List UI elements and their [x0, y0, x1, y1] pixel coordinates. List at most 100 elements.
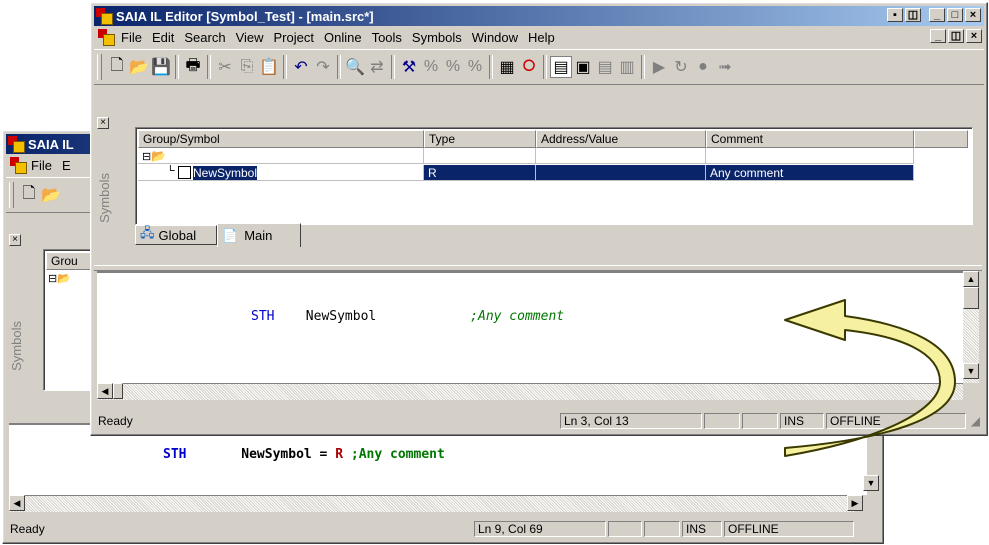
toolbar-separator [283, 55, 287, 79]
menu-window[interactable]: Window [467, 30, 523, 45]
toolbar-separator [337, 55, 341, 79]
back-symbols-close-icon[interactable]: × [9, 234, 21, 246]
menu-project[interactable]: Project [269, 30, 319, 45]
watch-icon[interactable]: ▣ [572, 56, 594, 78]
back-type: R [335, 447, 344, 462]
back-status-position: Ln 9, Col 69 [474, 521, 606, 537]
hscrollbar[interactable] [97, 383, 963, 400]
tab-main[interactable]: 📄 Main [217, 223, 301, 247]
paste-icon[interactable]: 📋 [258, 56, 280, 78]
resize-grip-icon[interactable]: ◢ [971, 414, 980, 428]
code-line[interactable]: STH NewSymbol ;Any comment [251, 309, 564, 324]
scroll-left-button[interactable]: ◀ [97, 383, 113, 399]
menu-tools[interactable]: Tools [367, 30, 407, 45]
tree-line-icon: └ [166, 165, 175, 177]
restart-icon[interactable]: ↻ [670, 56, 692, 78]
scroll-thumb[interactable] [963, 287, 979, 309]
front-title-bar[interactable]: SAIA IL Editor [Symbol_Test] - [main.src… [94, 6, 984, 26]
menu-file[interactable]: File [116, 30, 147, 45]
symbol-name-cell[interactable]: └ NewSymbol [138, 165, 424, 181]
menu-edit[interactable]: Edit [147, 30, 179, 45]
menu-help[interactable]: Help [523, 30, 560, 45]
redo-icon[interactable]: ↷ [312, 56, 334, 78]
close-button[interactable]: × [965, 8, 981, 22]
symbols-tab[interactable]: Symbols [97, 173, 112, 223]
find-icon[interactable]: 🔍 [344, 56, 366, 78]
back-scroll-right-button[interactable]: ▶ [847, 495, 863, 511]
tree-folder-cell[interactable]: ⊟📂 [138, 148, 424, 164]
symbol-name[interactable]: NewSymbol [193, 166, 258, 180]
open-folder-icon[interactable]: 📂 [128, 56, 150, 78]
print-icon[interactable]: 🖶 [182, 56, 204, 78]
table-icon[interactable]: ▥ [616, 56, 638, 78]
build-icon[interactable]: ⚒ [398, 56, 420, 78]
symbols-view-icon[interactable]: ▤ [550, 56, 572, 78]
tile-icon[interactable]: ▪ [887, 8, 903, 22]
maximize-button[interactable]: □ [947, 8, 963, 22]
replace-icon[interactable]: ⇄ [366, 56, 388, 78]
back-menu-edit[interactable]: E [57, 158, 76, 173]
app-icon [8, 136, 25, 153]
back-status-ready: Ready [10, 522, 45, 536]
minimize-button[interactable]: _ [929, 8, 945, 22]
col-comment[interactable]: Comment [706, 130, 914, 148]
symbols-close-icon[interactable]: × [97, 117, 109, 129]
mdi-minimize-button[interactable]: _ [930, 29, 946, 43]
type-cell[interactable]: R [424, 165, 536, 181]
restore-icon[interactable]: ◫ [905, 8, 921, 22]
comment-icon[interactable]: % [420, 56, 442, 78]
mdi-close-button[interactable]: × [966, 29, 982, 43]
col-extra[interactable] [914, 130, 968, 148]
table-row[interactable]: ⊟📂 [138, 148, 968, 165]
back-code-line[interactable]: STH NewSymbol = R ;Any comment [163, 447, 445, 462]
open-folder-icon[interactable]: 📂 [40, 184, 62, 206]
scroll-right-thumb[interactable] [113, 383, 123, 399]
download-icon[interactable]: ▦ [496, 56, 518, 78]
back-scroll-left-button[interactable]: ◀ [9, 495, 25, 511]
front-toolbar: 🗋 📂 💾 🖶 ✂ ⎘ 📋 ↶ ↷ 🔍 ⇄ ⚒ % % % ▦ ⭘ ▤ ▣ ▤ … [94, 49, 984, 85]
step-icon[interactable]: ➟ [714, 56, 736, 78]
col-group-symbol[interactable]: Group/Symbol [138, 130, 424, 148]
table-row[interactable]: └ NewSymbol R Any comment [138, 165, 968, 182]
toolbar-grip[interactable] [97, 54, 102, 80]
type-cell [424, 148, 536, 164]
code-area[interactable]: STH NewSymbol ;Any comment [97, 271, 963, 385]
menu-view[interactable]: View [231, 30, 269, 45]
toolbar-grip[interactable] [9, 182, 14, 208]
col-address-value[interactable]: Address/Value [536, 130, 706, 148]
back-tree-folder-icon[interactable]: ⊟📂 [48, 272, 71, 285]
tab-global[interactable]: 🖧 Global [135, 225, 217, 245]
col-type[interactable]: Type [424, 130, 536, 148]
symbol-ref: NewSymbol [305, 309, 377, 324]
list-icon[interactable]: ▤ [594, 56, 616, 78]
scroll-up-button[interactable]: ▲ [963, 271, 979, 287]
online-icon[interactable]: ⭘ [518, 56, 540, 78]
app-icon [96, 8, 113, 25]
uncomment-icon[interactable]: % [442, 56, 464, 78]
run-icon[interactable]: ▶ [648, 56, 670, 78]
mdi-restore-button[interactable]: ◫ [948, 29, 964, 43]
save-icon[interactable]: 💾 [150, 56, 172, 78]
front-editor-window: SAIA IL Editor [Symbol_Test] - [main.src… [90, 2, 988, 436]
file-icon: 📄 [222, 227, 239, 243]
menu-search[interactable]: Search [179, 30, 230, 45]
back-scroll-down-button[interactable]: ▼ [863, 475, 879, 491]
address-cell[interactable] [536, 165, 706, 181]
back-symbols-tab[interactable]: Symbols [9, 321, 24, 371]
toggle-comment-icon[interactable]: % [464, 56, 486, 78]
new-file-icon[interactable]: 🗋 [106, 56, 128, 78]
menu-online[interactable]: Online [319, 30, 367, 45]
copy-icon[interactable]: ⎘ [236, 56, 258, 78]
menu-symbols[interactable]: Symbols [407, 30, 467, 45]
status-empty1 [704, 413, 740, 429]
tree-collapse-icon[interactable]: ⊟ [142, 151, 151, 163]
back-hscrollbar[interactable] [9, 495, 855, 512]
cut-icon[interactable]: ✂ [214, 56, 236, 78]
undo-icon[interactable]: ↶ [290, 56, 312, 78]
comment-cell[interactable]: Any comment [706, 165, 914, 181]
scroll-down-button[interactable]: ▼ [963, 363, 979, 379]
stop-icon[interactable]: ● [692, 56, 714, 78]
doc-icon [98, 29, 115, 46]
new-file-icon[interactable]: 🗋 [18, 184, 40, 206]
back-menu-file[interactable]: File [26, 158, 57, 173]
